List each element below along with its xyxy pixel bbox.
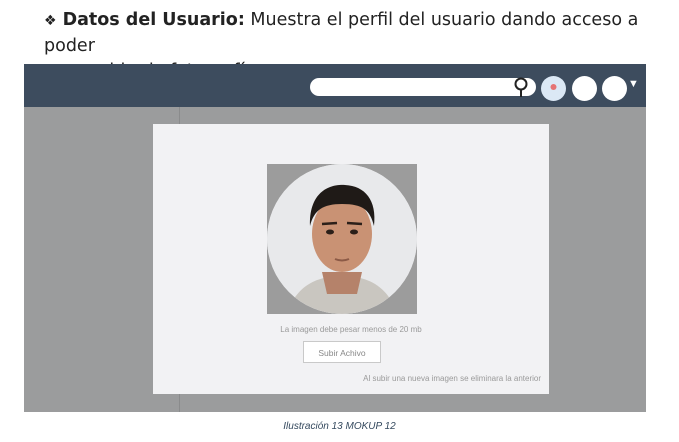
bullet-diamond-icon: ❖ <box>44 13 57 29</box>
top-navigation-bar: ▼ <box>24 64 646 107</box>
profile-card: La imagen debe pesar menos de 20 mb Subi… <box>153 124 549 394</box>
replace-note-text: Al subir una nueva imagen se eliminara l… <box>363 374 541 383</box>
user-avatar-icon[interactable] <box>572 76 597 101</box>
notification-avatar-icon[interactable] <box>541 76 566 101</box>
profile-photo-illustration <box>267 164 417 314</box>
section-label: Datos del Usuario: <box>62 10 245 30</box>
figure-caption: Ilustración 13 MOKUP 12 <box>283 421 396 432</box>
search-icon[interactable] <box>512 76 530 98</box>
mockup-screenshot: ▼ La imagen debe pesar menos de 20 mb Su… <box>24 64 646 412</box>
menu-avatar-icon[interactable] <box>602 76 627 101</box>
upload-file-button[interactable]: Subir Achivo <box>303 341 381 363</box>
search-input[interactable] <box>310 78 536 96</box>
size-hint-text: La imagen debe pesar menos de 20 mb <box>280 325 422 334</box>
profile-photo-frame[interactable] <box>267 164 417 314</box>
profile-photo <box>267 164 417 314</box>
caret-down-icon[interactable]: ▼ <box>628 78 639 90</box>
